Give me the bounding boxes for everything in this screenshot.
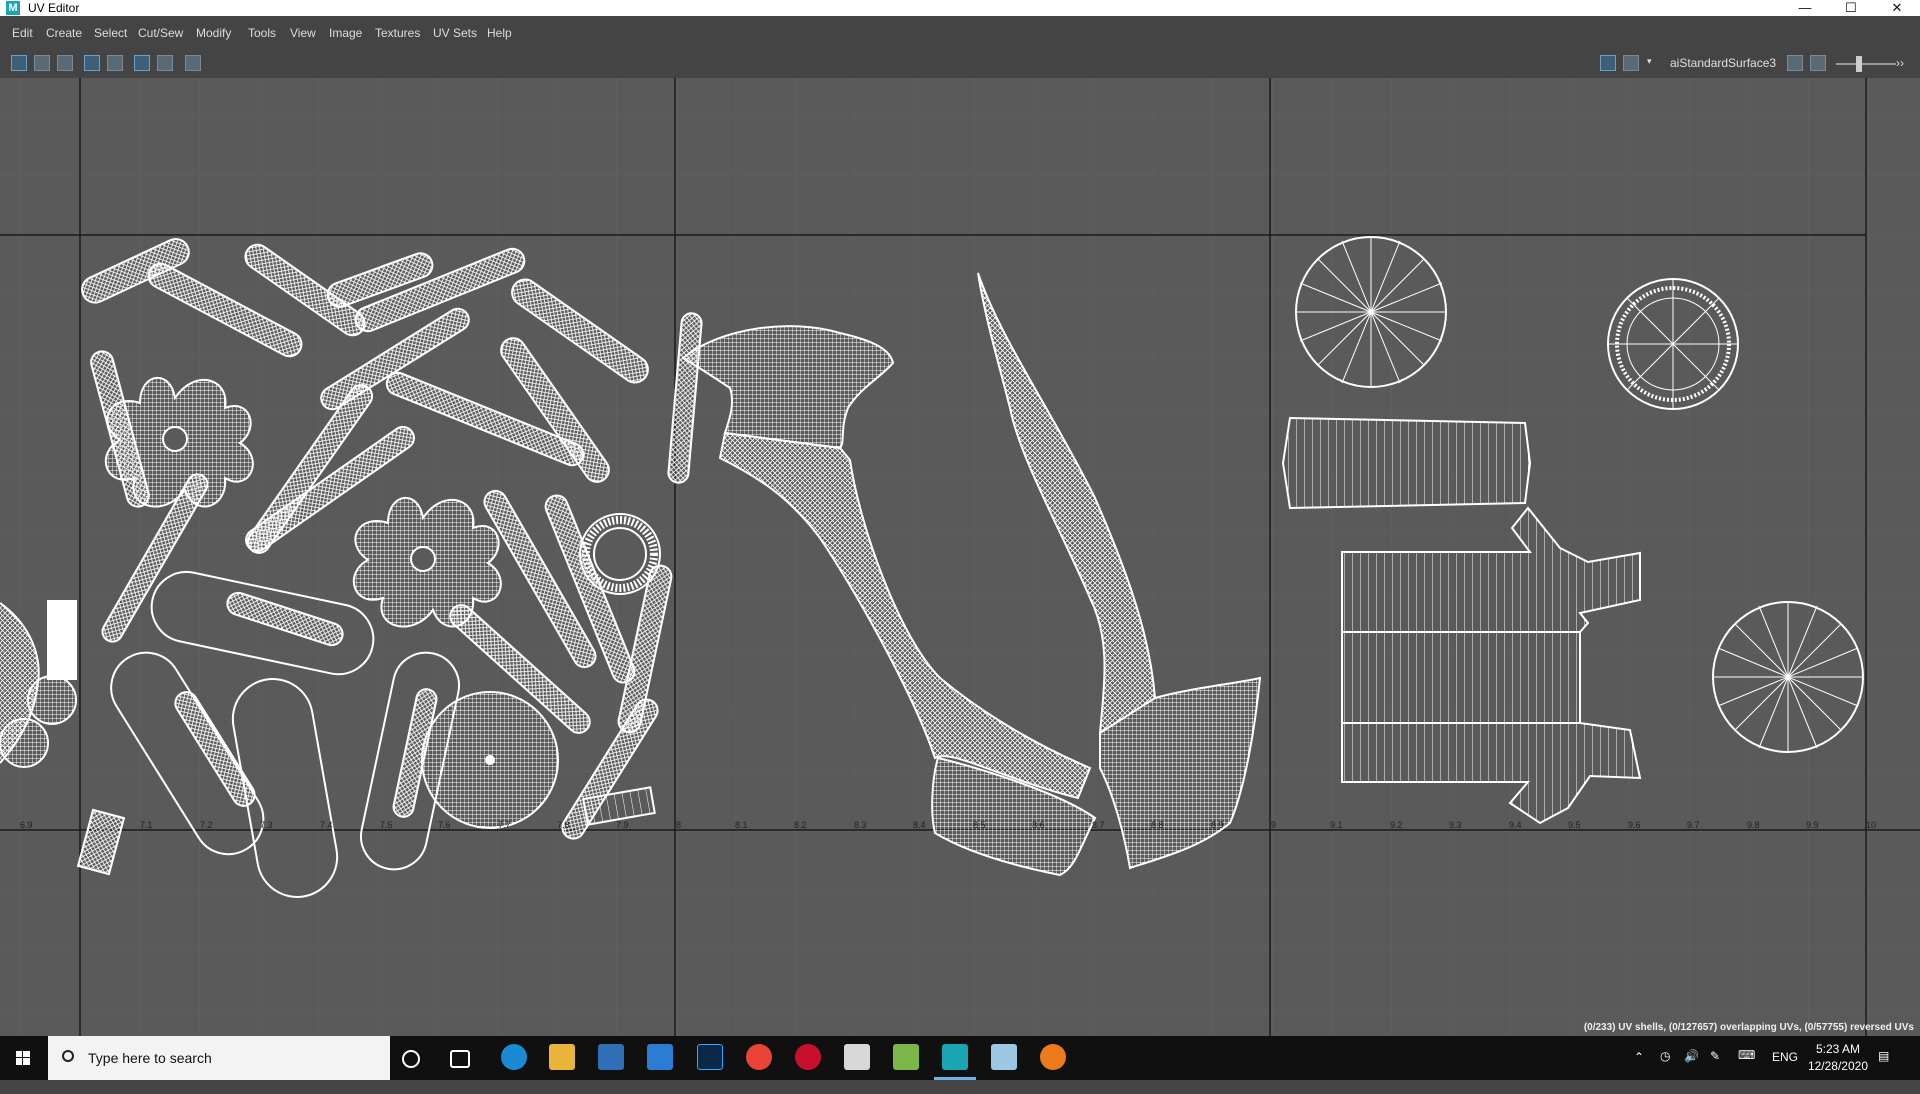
notes-icon[interactable] xyxy=(991,1044,1017,1070)
tick-label: 8.2 xyxy=(794,820,807,830)
uv-canvas[interactable]: 6.9 7.1 7.2 7.3 7.4 7.5 7.6 7.7 7.8 7.9 … xyxy=(0,78,1920,1036)
tick-label: 9.5 xyxy=(1568,820,1581,830)
task-view-icon[interactable] xyxy=(450,1050,470,1068)
menu-cut-sew[interactable]: Cut/Sew xyxy=(138,26,183,40)
zbrush-icon[interactable] xyxy=(844,1044,870,1070)
clock[interactable]: 5:23 AM 12/28/2020 xyxy=(1808,1041,1868,1075)
file-explorer-icon[interactable] xyxy=(549,1044,575,1070)
tick-label: 9.7 xyxy=(1687,820,1700,830)
texture-display-icon[interactable] xyxy=(1600,55,1616,71)
tick-label: 9 xyxy=(1271,820,1276,830)
tick-label: 8.9 xyxy=(1211,820,1224,830)
tick-label: 8.3 xyxy=(854,820,867,830)
shaded-uv-icon[interactable] xyxy=(107,55,123,71)
uv-toolbar: ▾ aiStandardSurface3 ›› xyxy=(0,50,1920,78)
tick-label: 9.2 xyxy=(1390,820,1403,830)
exposure-icon[interactable] xyxy=(1787,55,1803,71)
tick-label: 7.6 xyxy=(438,820,451,830)
language-indicator[interactable]: ENG xyxy=(1772,1050,1798,1094)
tick-label: 7.2 xyxy=(200,820,213,830)
tick-label: 7.7 xyxy=(498,820,511,830)
mail-icon[interactable] xyxy=(647,1044,673,1070)
expand-toolbar-icon[interactable]: ›› xyxy=(1896,56,1904,70)
chrome-icon[interactable] xyxy=(746,1044,772,1070)
uv-select-icon[interactable] xyxy=(34,55,50,71)
menu-uv-sets[interactable]: UV Sets xyxy=(433,26,477,40)
network-icon[interactable]: ◷ xyxy=(1660,1049,1670,1093)
tick-label: 7.1 xyxy=(140,820,153,830)
edge-icon[interactable] xyxy=(501,1044,527,1070)
tick-label: 9.3 xyxy=(1449,820,1462,830)
tick-label: 6.9 xyxy=(20,820,33,830)
close-icon[interactable]: ✕ xyxy=(1874,0,1920,16)
taskbar-search[interactable]: Type here to search xyxy=(48,1036,390,1080)
tick-label: 8.4 xyxy=(913,820,926,830)
store-icon[interactable] xyxy=(598,1044,624,1070)
search-placeholder: Type here to search xyxy=(88,1050,212,1066)
menu-create[interactable]: Create xyxy=(46,26,82,40)
menu-edit[interactable]: Edit xyxy=(12,26,33,40)
menu-view[interactable]: View xyxy=(290,26,316,40)
uv-status-line: (0/233) UV shells, (0/127657) overlappin… xyxy=(1583,1022,1914,1033)
pixel-snap-icon[interactable] xyxy=(134,55,150,71)
gamma-icon[interactable] xyxy=(1810,55,1826,71)
uv-viewport[interactable]: 6.9 7.1 7.2 7.3 7.4 7.5 7.6 7.7 7.8 7.9 … xyxy=(0,78,1920,1036)
tick-label: 8.5 xyxy=(973,820,986,830)
grid-display-icon[interactable] xyxy=(84,55,100,71)
snapshot-camera-icon[interactable] xyxy=(185,55,201,71)
clock-time: 5:23 AM xyxy=(1815,1042,1860,1056)
tick-label: 9.4 xyxy=(1509,820,1522,830)
keyboard-icon[interactable]: ⌨ xyxy=(1738,1048,1755,1092)
marvelous-icon[interactable] xyxy=(1040,1044,1066,1070)
tick-label: 9.8 xyxy=(1747,820,1760,830)
maximize-icon[interactable]: ☐ xyxy=(1828,0,1874,16)
tray-chevron-icon[interactable]: ⌃ xyxy=(1634,1050,1644,1094)
tick-label: 9.1 xyxy=(1330,820,1343,830)
texture-dropdown-chevron-icon[interactable]: ▾ xyxy=(1647,56,1652,67)
search-icon xyxy=(62,1050,74,1062)
taskbar: Type here to search ⌃ ◷ 🔊 ✎ ⌨ ENG 5:23 A… xyxy=(0,1036,1920,1080)
photoshop-icon[interactable] xyxy=(697,1044,723,1070)
menu-modify[interactable]: Modify xyxy=(196,26,231,40)
tick-label: 7.8 xyxy=(557,820,570,830)
pen-icon[interactable]: ✎ xyxy=(1710,1049,1720,1093)
material-selector[interactable]: aiStandardSurface3 xyxy=(1670,56,1776,70)
menu-select[interactable]: Select xyxy=(94,26,127,40)
tick-label: 7.5 xyxy=(380,820,393,830)
menu-textures[interactable]: Textures xyxy=(375,26,420,40)
tick-label: 8.8 xyxy=(1151,820,1164,830)
maya-taskbar-icon[interactable] xyxy=(942,1044,968,1070)
title-bar: M UV Editor — ☐ ✕ xyxy=(0,0,1920,16)
uv-pin-icon[interactable] xyxy=(57,55,73,71)
tick-label: 9.9 xyxy=(1806,820,1819,830)
menu-image[interactable]: Image xyxy=(329,26,362,40)
volume-icon[interactable]: 🔊 xyxy=(1684,1049,1699,1093)
menu-help[interactable]: Help xyxy=(487,26,512,40)
menu-bar: Edit Create Select Cut/Sew Modify Tools … xyxy=(0,16,1920,50)
maya-logo-icon: M xyxy=(6,1,20,15)
tick-label: 9.6 xyxy=(1628,820,1641,830)
uv-shell-select-icon[interactable] xyxy=(11,55,27,71)
cortana-icon[interactable] xyxy=(402,1050,420,1068)
checker-icon[interactable] xyxy=(1623,55,1639,71)
clock-date: 12/28/2020 xyxy=(1807,1059,1868,1073)
substance-icon[interactable] xyxy=(795,1044,821,1070)
tick-label: 7.3 xyxy=(260,820,273,830)
windows-start-icon[interactable] xyxy=(0,1036,46,1080)
window-title: UV Editor xyxy=(28,1,80,15)
tick-label: 8.6 xyxy=(1032,820,1045,830)
tick-label: 8.1 xyxy=(735,820,748,830)
tick-label: 7.9 xyxy=(616,820,629,830)
minimize-icon[interactable]: — xyxy=(1782,0,1828,16)
tick-label: 8 xyxy=(676,820,681,830)
tick-label: 10 xyxy=(1866,820,1876,830)
marmoset-icon[interactable] xyxy=(893,1044,919,1070)
distortion-icon[interactable] xyxy=(157,55,173,71)
tick-label: 8.7 xyxy=(1092,820,1105,830)
brightness-slider[interactable] xyxy=(1836,63,1896,65)
notification-icon[interactable]: ▤ xyxy=(1878,1049,1889,1093)
menu-tools[interactable]: Tools xyxy=(248,26,276,40)
brightness-slider-handle[interactable] xyxy=(1856,56,1862,72)
tick-label: 7.4 xyxy=(320,820,333,830)
